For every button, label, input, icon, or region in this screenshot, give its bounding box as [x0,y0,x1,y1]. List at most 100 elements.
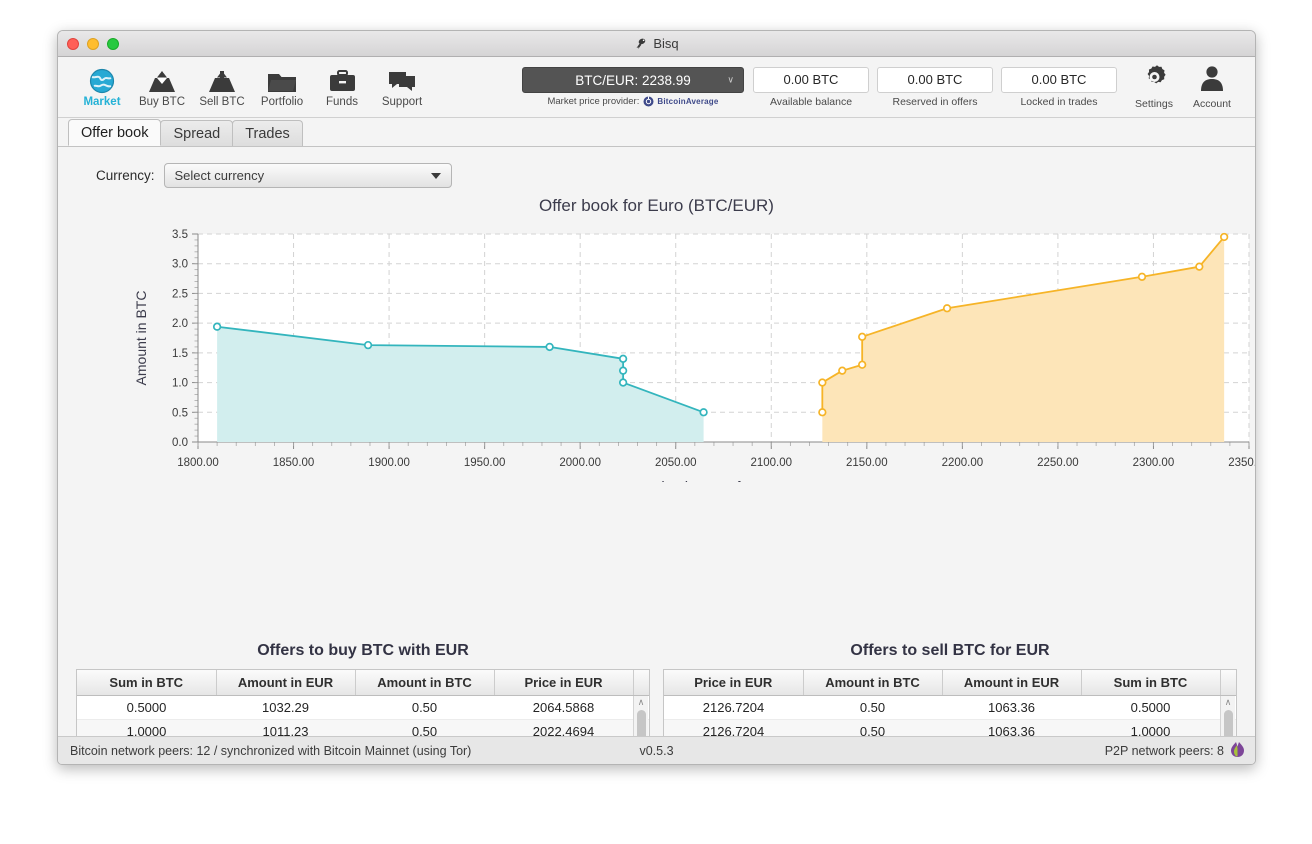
tab-spread[interactable]: Spread [160,120,234,146]
nav-item-market[interactable]: Market [72,60,132,115]
buy-offers-table: Sum in BTC Amount in EUR Amount in BTC Pric… [76,669,650,736]
data-point-buy[interactable] [618,378,628,387]
scrollbar-thumb[interactable] [637,710,646,736]
data-point-buy[interactable] [212,322,222,331]
sell-table-scrollbar[interactable]: ∧ ∨ [1220,696,1235,736]
x-axis-tick-label: 2200.00 [942,457,984,469]
data-point-sell[interactable] [942,304,952,313]
data-point-buy[interactable] [618,366,628,375]
currency-select[interactable]: Select currency [163,163,452,188]
data-point-sell[interactable] [1137,272,1147,281]
tab-offer-book-label: Offer book [81,124,149,141]
tab-trades-label: Trades [245,125,290,142]
offer-tables-row: Offers to buy BTC with EUR Sum in BTC Amo… [58,642,1255,736]
data-point-buy[interactable] [618,354,628,363]
section-tabs: Offer book Spread Trades [58,118,1255,147]
data-point-sell[interactable] [1220,232,1229,242]
nav-item-buy-btc[interactable]: Buy BTC [132,60,192,115]
buy-table-header-row: Sum in BTC Amount in EUR Amount in BTC Pric… [77,670,649,696]
provider-label: Market price provider: [547,96,640,107]
reserved-in-offers-value: 0.00 BTC [877,66,993,93]
market-price-selector[interactable]: BTC/EUR: 2238.99 ∨ [522,67,744,93]
nav-label-support: Support [381,95,423,108]
y-axis-tick-label: 1.0 [172,378,188,390]
locked-in-trades-block: 0.00 BTC Locked in trades [1001,66,1117,108]
table-cell: 1011.23 [216,719,355,736]
table-cell: 2022.4694 [494,719,633,736]
sell-column-header[interactable]: Amount in BTC [803,670,943,696]
sell-column-header[interactable]: Price in EUR [664,670,804,696]
data-point-buy[interactable] [363,340,373,350]
tab-offer-book[interactable]: Offer book [68,119,162,146]
table-row[interactable]: 0.5000 1032.29 0.50 2064.5868 [77,695,649,720]
data-point-sell[interactable] [858,332,867,341]
x-axis-tick-label: 1900.00 [368,457,410,469]
chevron-down-icon: ∨ [727,74,734,85]
sell-btc-icon [207,67,237,94]
locked-in-trades-value: 0.00 BTC [1001,66,1117,93]
reserved-in-offers-block: 0.00 BTC Reserved in offers [877,66,993,108]
nav-label-portfolio: Portfolio [260,95,304,108]
y-axis-tick-label: 3.0 [172,259,188,271]
data-point-sell[interactable] [818,408,827,417]
sell-column-header[interactable]: Amount in EUR [942,670,1082,696]
table-row[interactable]: 1.0000 1011.23 0.50 2022.4694 [77,719,649,736]
table-row[interactable]: 2126.7204 0.50 1063.36 1.0000 [664,719,1236,736]
table-cell: 0.50 [803,719,942,736]
scrollbar-thumb[interactable] [1224,710,1233,736]
sell-offers-heading: Offers to sell BTC for EUR [850,642,1050,659]
locked-in-trades-label: Locked in trades [1020,95,1098,108]
folder-icon [267,67,297,94]
buy-column-header[interactable]: Amount in BTC [355,670,495,696]
table-cell: 2126.7204 [664,695,803,720]
data-point-sell[interactable] [838,366,847,375]
tab-trades[interactable]: Trades [232,120,303,146]
tab-spread-label: Spread [173,125,221,142]
nav-item-sell-btc[interactable]: Sell BTC [192,60,252,115]
buy-offers-column: Offers to buy BTC with EUR Sum in BTC Amo… [76,642,650,736]
y-axis-tick-label: 2.0 [172,318,188,330]
buy-column-header[interactable]: Amount in EUR [216,670,356,696]
bitcoinaverage-logo: BitcoinAverage [643,96,718,107]
x-axis-tick-label: 1950.00 [464,457,506,469]
scroll-up-icon[interactable]: ∧ [638,696,645,708]
available-balance-block: 0.00 BTC Available balance [753,66,869,108]
nav-item-account[interactable]: Account [1183,60,1241,115]
data-point-sell[interactable] [818,378,827,387]
available-balance-value: 0.00 BTC [753,66,869,93]
data-point-sell[interactable] [1195,262,1204,271]
scroll-up-icon[interactable]: ∧ [1225,696,1232,708]
sell-column-header[interactable]: Sum in BTC [1081,670,1221,696]
table-cell: 1.0000 [77,719,216,736]
y-axis-tick-label: 0.5 [172,407,188,419]
nav-item-settings[interactable]: Settings [1125,60,1183,115]
window-title-text: Bisq [653,36,679,51]
window-titlebar: Bisq [58,31,1255,57]
buy-table-body: 0.5000 1032.29 0.50 2064.5868 1.0000 1011.23 0… [77,695,649,736]
market-price-value: BTC/EUR: 2238.99 [575,72,691,88]
buy-column-header[interactable]: Sum in BTC [77,670,217,696]
nav-item-support[interactable]: Support [372,60,432,115]
table-row[interactable]: 2126.7204 0.50 1063.36 0.5000 [664,695,1236,720]
x-axis-tick-label: 2250.00 [1037,457,1079,469]
table-cell: 1063.36 [942,719,1081,736]
sell-offers-table: Price in EUR Amount in BTC Amount in EUR Su… [663,669,1237,736]
data-point-buy[interactable] [545,342,554,352]
table-cell: 1032.29 [216,695,355,720]
p2p-network-status: P2P network peers: 8 [1105,741,1245,761]
provider-name: BitcoinAverage [657,97,719,106]
nav-item-portfolio[interactable]: Portfolio [252,60,312,115]
nav-label-settings: Settings [1135,98,1173,110]
data-point-buy[interactable] [699,408,708,417]
nav-item-funds[interactable]: Funds [312,60,372,115]
sell-table-header-row: Price in EUR Amount in BTC Amount in EUR Su… [664,670,1236,696]
nav-label-buy-btc: Buy BTC [138,95,185,108]
buy-column-header[interactable]: Price in EUR [494,670,634,696]
data-point-sell[interactable] [858,360,867,369]
nav-label-market: Market [83,95,121,108]
y-axis-title: Amount in BTC [133,291,149,386]
currency-label: Currency: [96,168,155,183]
buy-table-scrollbar[interactable]: ∧ ∨ [633,696,648,736]
x-axis-title: Price in EUR for 1 BTC [646,479,800,482]
briefcase-icon [329,67,356,94]
